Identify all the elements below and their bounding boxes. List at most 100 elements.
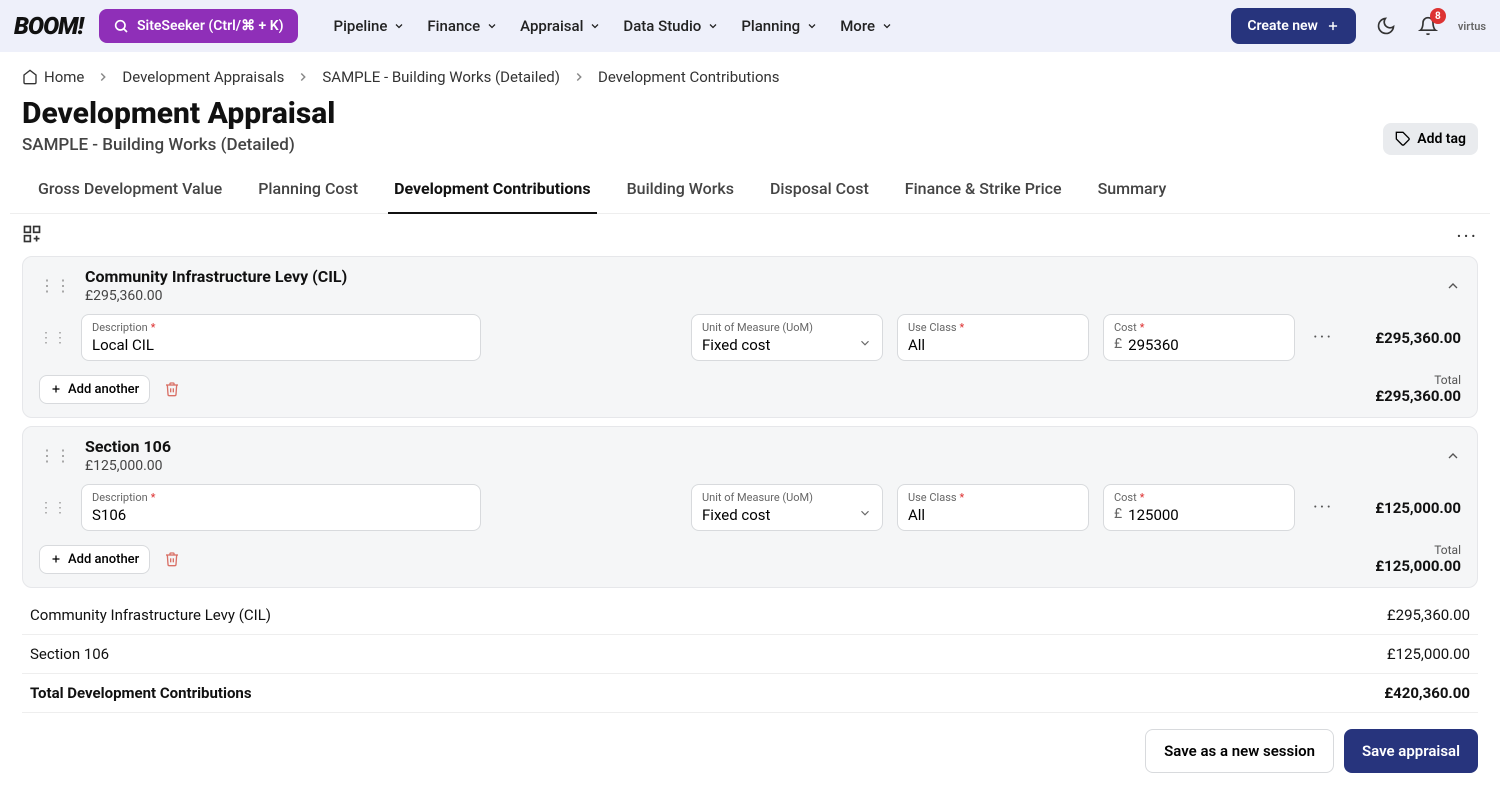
- save-appraisal-button[interactable]: Save appraisal: [1344, 729, 1478, 773]
- field-label: Cost*: [1114, 491, 1284, 504]
- tab-development-contributions[interactable]: Development Contributions: [388, 173, 597, 214]
- nav-datastudio[interactable]: Data Studio: [623, 17, 719, 35]
- field-label: Use Class*: [908, 491, 1078, 504]
- tab-summary[interactable]: Summary: [1092, 173, 1173, 213]
- tab-finance-strike[interactable]: Finance & Strike Price: [899, 173, 1068, 213]
- chevron-right-icon: [572, 70, 586, 84]
- logo: BOOM!: [14, 12, 83, 40]
- group-total-amount: £295,360.00: [1375, 387, 1461, 405]
- field-label: Cost*: [1114, 321, 1284, 334]
- save-session-button[interactable]: Save as a new session: [1145, 729, 1334, 773]
- siteseeker-button[interactable]: SiteSeeker (Ctrl/⌘ + K): [99, 9, 298, 43]
- delete-button[interactable]: [164, 551, 180, 567]
- tab-disposal-cost[interactable]: Disposal Cost: [764, 173, 875, 213]
- description-input[interactable]: [92, 504, 470, 524]
- add-tag-label: Add tag: [1417, 131, 1466, 147]
- more-actions-button[interactable]: ···: [1456, 224, 1478, 246]
- nav-label: Planning: [741, 17, 800, 35]
- drag-handle-icon[interactable]: ⋮⋮: [39, 330, 67, 346]
- notifications-badge: 8: [1430, 8, 1446, 24]
- search-icon: [113, 18, 129, 34]
- plus-icon: [50, 553, 62, 565]
- topbar: BOOM! SiteSeeker (Ctrl/⌘ + K) Pipeline F…: [0, 0, 1500, 52]
- cost-field[interactable]: Cost* £: [1103, 484, 1295, 531]
- tab-building-works[interactable]: Building Works: [621, 173, 740, 213]
- notifications-button[interactable]: 8: [1416, 14, 1440, 38]
- useclass-input[interactable]: [908, 334, 1078, 354]
- row-total: £295,360.00: [1351, 329, 1461, 347]
- trash-icon: [164, 381, 180, 397]
- tabs: Gross Development Value Planning Cost De…: [10, 159, 1490, 214]
- uom-select[interactable]: [702, 334, 872, 354]
- group-amount: £125,000.00: [85, 458, 171, 474]
- add-another-label: Add another: [68, 552, 139, 567]
- currency-label: £: [1114, 336, 1122, 352]
- theme-toggle-button[interactable]: [1374, 14, 1398, 38]
- tab-gdv[interactable]: Gross Development Value: [32, 173, 228, 213]
- nav-pipeline[interactable]: Pipeline: [334, 17, 406, 35]
- collapse-button[interactable]: [1445, 278, 1461, 294]
- breadcrumb-current: Development Contributions: [598, 68, 780, 86]
- page-subtitle: SAMPLE - Building Works (Detailed): [22, 135, 335, 155]
- home-icon: [22, 69, 38, 85]
- collapse-button[interactable]: [1445, 448, 1461, 464]
- group-title: Section 106: [85, 437, 171, 456]
- cost-field[interactable]: Cost* £: [1103, 314, 1295, 361]
- summary-total-row: Total Development Contributions £420,360…: [22, 674, 1478, 713]
- drag-handle-icon[interactable]: ⋮⋮: [39, 276, 71, 295]
- user-label[interactable]: virtus: [1458, 20, 1486, 33]
- breadcrumb-home[interactable]: Home: [22, 68, 84, 86]
- add-tag-button[interactable]: Add tag: [1383, 123, 1478, 155]
- drag-handle-icon[interactable]: ⋮⋮: [39, 446, 71, 465]
- add-widget-button[interactable]: [22, 224, 44, 246]
- row-more-button[interactable]: ···: [1309, 497, 1337, 518]
- delete-button[interactable]: [164, 381, 180, 397]
- create-new-button[interactable]: Create new: [1231, 8, 1356, 44]
- nav-appraisal[interactable]: Appraisal: [520, 17, 601, 35]
- add-another-button[interactable]: Add another: [39, 545, 150, 574]
- breadcrumb-label: SAMPLE - Building Works (Detailed): [322, 68, 560, 86]
- nav-label: More: [840, 17, 875, 35]
- trash-icon: [164, 551, 180, 567]
- nav-label: Pipeline: [334, 17, 388, 35]
- group-titles: Community Infrastructure Levy (CIL) £295…: [85, 267, 347, 304]
- breadcrumb-sample[interactable]: SAMPLE - Building Works (Detailed): [322, 68, 560, 86]
- drag-handle-icon[interactable]: ⋮⋮: [39, 500, 67, 516]
- description-field[interactable]: Description*: [81, 484, 481, 531]
- breadcrumb: Home Development Appraisals SAMPLE - Bui…: [0, 52, 1500, 90]
- summary-value: £295,360.00: [1387, 606, 1470, 624]
- useclass-field[interactable]: Use Class*: [897, 484, 1089, 531]
- plus-icon: [50, 383, 62, 395]
- group-titles: Section 106 £125,000.00: [85, 437, 171, 474]
- uom-select[interactable]: [702, 504, 872, 524]
- description-input[interactable]: [92, 334, 470, 354]
- group-footer: Add another Total £295,360.00: [39, 373, 1461, 405]
- uom-field[interactable]: Unit of Measure (UoM): [691, 314, 883, 361]
- chevron-right-icon: [96, 70, 110, 84]
- cost-input[interactable]: [1128, 334, 1284, 354]
- breadcrumb-label: Development Contributions: [598, 68, 780, 86]
- field-label: Unit of Measure (UoM): [702, 321, 872, 334]
- nav-more[interactable]: More: [840, 17, 893, 35]
- nav-planning[interactable]: Planning: [741, 17, 818, 35]
- add-another-button[interactable]: Add another: [39, 375, 150, 404]
- nav-finance[interactable]: Finance: [427, 17, 498, 35]
- row-more-button[interactable]: ···: [1309, 327, 1337, 348]
- summary-label: Section 106: [30, 645, 109, 663]
- group-total-amount: £125,000.00: [1375, 557, 1461, 575]
- useclass-input[interactable]: [908, 504, 1078, 524]
- group-footer: Add another Total £125,000.00: [39, 543, 1461, 575]
- group-header: ⋮⋮ Community Infrastructure Levy (CIL) £…: [39, 267, 1461, 304]
- summary-row: Community Infrastructure Levy (CIL) £295…: [22, 596, 1478, 635]
- breadcrumb-appraisals[interactable]: Development Appraisals: [122, 68, 284, 86]
- chevron-down-icon: [806, 20, 818, 32]
- useclass-field[interactable]: Use Class*: [897, 314, 1089, 361]
- page-title: Development Appraisal: [22, 96, 335, 131]
- field-label: Description*: [92, 321, 470, 334]
- tab-planning-cost[interactable]: Planning Cost: [252, 173, 364, 213]
- uom-field[interactable]: Unit of Measure (UoM): [691, 484, 883, 531]
- group-total-label: Total: [1375, 543, 1461, 557]
- description-field[interactable]: Description*: [81, 314, 481, 361]
- summary-value: £125,000.00: [1387, 645, 1470, 663]
- cost-input[interactable]: [1128, 504, 1284, 524]
